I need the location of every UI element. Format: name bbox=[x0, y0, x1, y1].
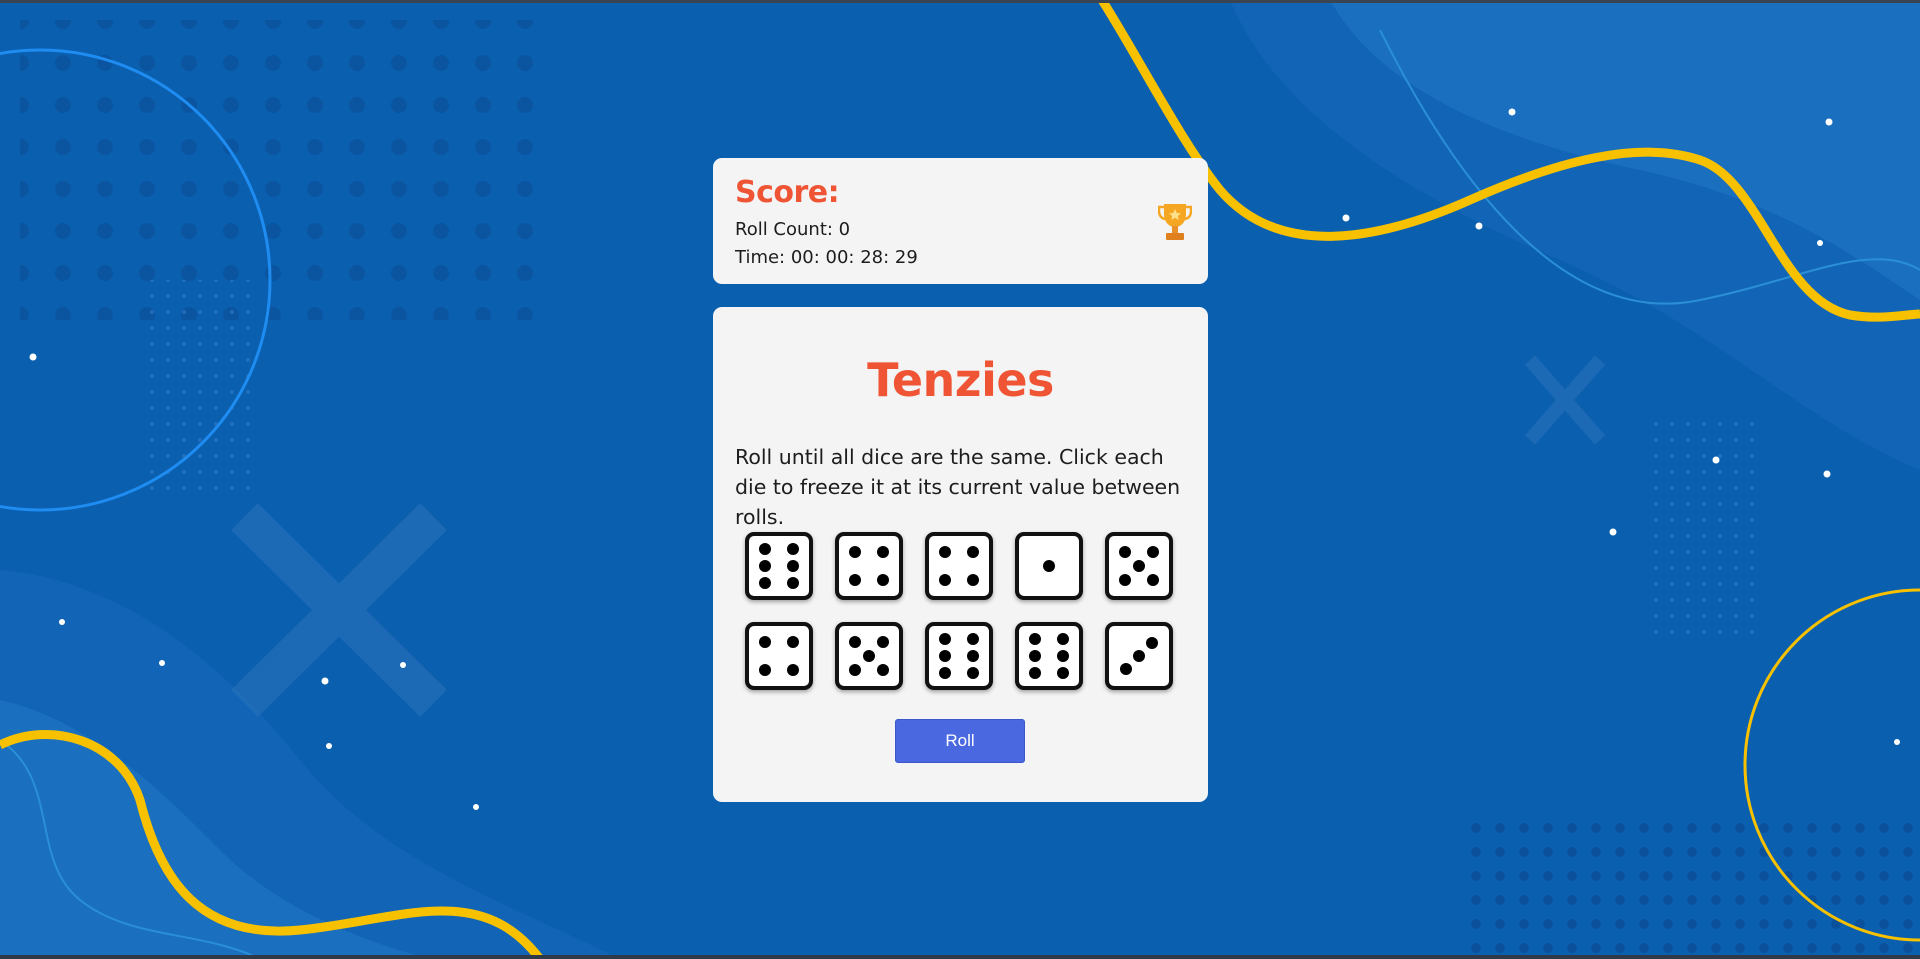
die-pip bbox=[967, 633, 980, 646]
die-pip bbox=[1147, 574, 1160, 587]
game-instructions: Roll until all dice are the same. Click … bbox=[735, 445, 1181, 529]
die-pip bbox=[877, 545, 890, 558]
window-bottom-edge bbox=[0, 955, 1920, 959]
die-pip bbox=[758, 664, 771, 677]
die-10[interactable] bbox=[1105, 622, 1173, 690]
die-pip bbox=[967, 650, 980, 662]
die-pip bbox=[1118, 545, 1131, 558]
die-2[interactable] bbox=[835, 532, 903, 600]
die-pip bbox=[967, 545, 980, 558]
die-pip bbox=[1043, 560, 1055, 572]
die-pip bbox=[848, 635, 861, 648]
die-pip bbox=[848, 664, 861, 677]
die-pip bbox=[938, 545, 951, 558]
roll-button[interactable]: Roll bbox=[895, 719, 1025, 763]
die-pip bbox=[863, 650, 875, 662]
die-pip bbox=[787, 543, 800, 556]
elapsed-time: Time: 00: 00: 28: 29 bbox=[735, 247, 918, 268]
die-pip bbox=[1028, 650, 1041, 662]
die-pip bbox=[787, 560, 800, 572]
die-4[interactable] bbox=[1015, 532, 1083, 600]
roll-count: Roll Count: 0 bbox=[735, 219, 851, 240]
die-pip bbox=[1133, 650, 1145, 662]
die-pip bbox=[1147, 545, 1160, 558]
die-pip bbox=[1133, 560, 1145, 572]
score-card: Score: Roll Count: 0 Time: 00: 00: 28: 2… bbox=[713, 158, 1208, 284]
die-8[interactable] bbox=[925, 622, 993, 690]
die-pip bbox=[1118, 574, 1131, 587]
die-pip bbox=[1146, 636, 1159, 649]
die-pip bbox=[938, 574, 951, 587]
die-3[interactable] bbox=[925, 532, 993, 600]
die-pip bbox=[938, 650, 951, 662]
die-pip bbox=[848, 545, 861, 558]
die-pip bbox=[787, 576, 800, 589]
die-pip bbox=[758, 560, 771, 572]
die-pip bbox=[938, 666, 951, 679]
die-pip bbox=[1119, 663, 1132, 676]
die-pip bbox=[967, 666, 980, 679]
game-card: Tenzies Roll until all dice are the same… bbox=[713, 307, 1208, 802]
game-title: Tenzies bbox=[867, 353, 1054, 407]
dice-grid bbox=[745, 532, 1173, 690]
die-pip bbox=[877, 664, 890, 677]
score-title: Score: bbox=[735, 175, 840, 210]
die-pip bbox=[1028, 666, 1041, 679]
die-pip bbox=[848, 574, 861, 587]
die-pip bbox=[877, 574, 890, 587]
die-pip bbox=[967, 574, 980, 587]
die-pip bbox=[1057, 666, 1070, 679]
die-pip bbox=[1057, 650, 1070, 662]
die-7[interactable] bbox=[835, 622, 903, 690]
die-pip bbox=[1057, 633, 1070, 646]
die-pip bbox=[758, 543, 771, 556]
die-pip bbox=[877, 635, 890, 648]
die-pip bbox=[787, 664, 800, 677]
die-pip bbox=[758, 576, 771, 589]
die-pip bbox=[787, 635, 800, 648]
die-pip bbox=[1028, 633, 1041, 646]
die-9[interactable] bbox=[1015, 622, 1083, 690]
die-1[interactable] bbox=[745, 532, 813, 600]
die-6[interactable] bbox=[745, 622, 813, 690]
trophy-icon bbox=[1158, 204, 1192, 240]
die-pip bbox=[758, 635, 771, 648]
die-5[interactable] bbox=[1105, 532, 1173, 600]
die-pip bbox=[938, 633, 951, 646]
window-top-edge bbox=[0, 0, 1920, 3]
